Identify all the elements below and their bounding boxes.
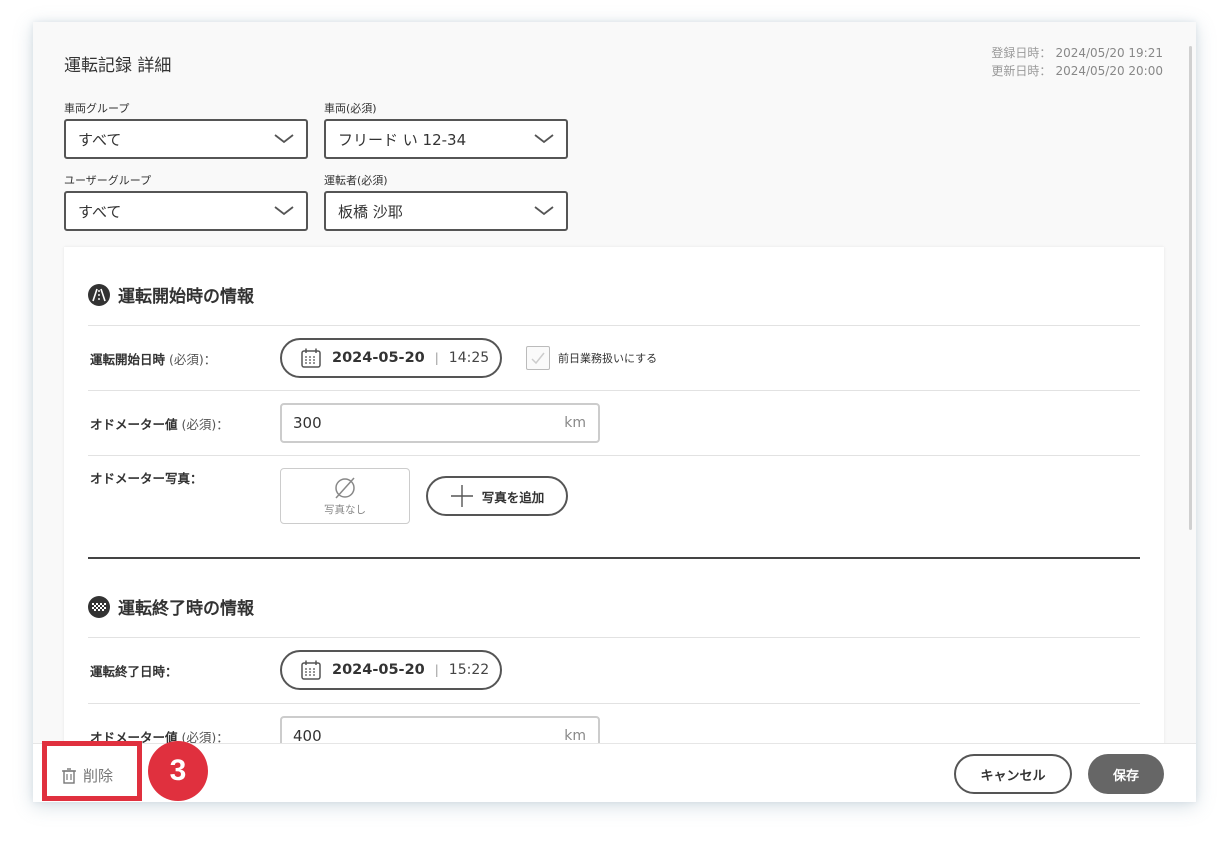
divider bbox=[88, 390, 1140, 391]
chevron-down-icon bbox=[274, 206, 294, 216]
previous-day-label: 前日業務扱いにする bbox=[558, 352, 658, 365]
start-datetime-picker[interactable]: 2024-05-20 | 14:25 bbox=[280, 338, 502, 378]
end-section-title: 運転終了時の情報 bbox=[88, 594, 254, 619]
vehicle-group-label: 車両グループ bbox=[64, 102, 130, 115]
driver-value: 板橋 沙耶 bbox=[338, 202, 403, 221]
user-group-label: ユーザーグループ bbox=[64, 174, 152, 187]
vehicle-value: フリード い 12-34 bbox=[338, 130, 467, 149]
delete-highlight-box bbox=[42, 741, 142, 801]
add-photo-button[interactable]: 写真を追加 bbox=[426, 476, 568, 516]
divider bbox=[88, 703, 1140, 704]
registered-label: 登録日時： bbox=[991, 46, 1052, 60]
divider bbox=[88, 325, 1140, 326]
chevron-down-icon bbox=[534, 134, 554, 144]
record-card: 運転開始時の情報 運転開始日時 (必須)： 2024-05-20 | 14:25… bbox=[64, 247, 1164, 787]
separator: | bbox=[434, 351, 439, 365]
separator: | bbox=[434, 663, 439, 677]
vehicle-group-select[interactable]: すべて bbox=[64, 119, 308, 159]
end-date: 2024-05-20 bbox=[332, 662, 425, 678]
driving-record-detail-dialog: 運転記録 詳細 登録日時： 2024/05/20 19:21 更新日時： 2024/… bbox=[33, 22, 1196, 802]
start-odometer-input[interactable]: 300 km bbox=[280, 403, 600, 443]
save-button[interactable]: 保存 bbox=[1088, 754, 1164, 794]
odometer-unit: km bbox=[564, 728, 586, 744]
divider bbox=[88, 455, 1140, 456]
vehicle-group-value: すべて bbox=[78, 130, 122, 149]
vehicle-select[interactable]: フリード い 12-34 bbox=[324, 119, 568, 159]
registered-value: 2024/05/20 19:21 bbox=[1055, 46, 1163, 60]
odometer-photo-label: オドメーター写真： bbox=[90, 471, 203, 486]
start-section-title: 運転開始時の情報 bbox=[88, 282, 254, 307]
odometer-unit: km bbox=[564, 415, 586, 431]
start-time: 14:25 bbox=[448, 350, 490, 366]
previous-day-checkbox[interactable] bbox=[526, 346, 550, 370]
start-date: 2024-05-20 bbox=[332, 350, 425, 366]
updated-value: 2024/05/20 20:00 bbox=[1055, 64, 1163, 78]
chevron-down-icon bbox=[534, 206, 554, 216]
timestamps: 登録日時： 2024/05/20 19:21 更新日時： 2024/05/20 20… bbox=[991, 44, 1163, 80]
plus-icon bbox=[450, 485, 473, 507]
page-title: 運転記録 詳細 bbox=[64, 56, 172, 76]
start-datetime-label: 運転開始日時 (必須)： bbox=[90, 352, 217, 367]
add-photo-label: 写真を追加 bbox=[481, 489, 545, 505]
road-icon bbox=[88, 283, 110, 306]
no-photo-placeholder: 写真なし bbox=[280, 468, 410, 524]
end-datetime-label: 運転終了日時： bbox=[90, 664, 178, 679]
end-datetime-picker[interactable]: 2024-05-20 | 15:22 bbox=[280, 650, 502, 690]
scrollbar[interactable] bbox=[1189, 46, 1192, 530]
step-number-badge: 3 bbox=[148, 741, 208, 801]
cancel-button[interactable]: キャンセル bbox=[954, 754, 1072, 794]
user-group-select[interactable]: すべて bbox=[64, 191, 308, 231]
driver-select[interactable]: 板橋 沙耶 bbox=[324, 191, 568, 231]
end-section-title-text: 運転終了時の情報 bbox=[118, 599, 254, 619]
divider bbox=[88, 637, 1140, 638]
start-odometer-value: 300 bbox=[293, 414, 322, 432]
user-group-value: すべて bbox=[78, 202, 122, 221]
updated-label: 更新日時： bbox=[991, 64, 1052, 78]
calendar-icon bbox=[301, 348, 321, 368]
start-section-title-text: 運転開始時の情報 bbox=[118, 287, 254, 307]
end-time: 15:22 bbox=[448, 662, 490, 678]
no-image-icon bbox=[335, 476, 355, 499]
checkered-flag-icon bbox=[88, 595, 110, 618]
chevron-down-icon bbox=[274, 134, 294, 144]
section-divider bbox=[88, 557, 1140, 559]
driver-label: 運転者(必須) bbox=[324, 174, 388, 187]
calendar-icon bbox=[301, 660, 321, 680]
start-odometer-label: オドメーター値 (必須)： bbox=[90, 417, 229, 432]
vehicle-label: 車両(必須) bbox=[324, 102, 377, 115]
no-photo-text: 写真なし bbox=[324, 503, 366, 516]
check-icon bbox=[531, 352, 545, 364]
